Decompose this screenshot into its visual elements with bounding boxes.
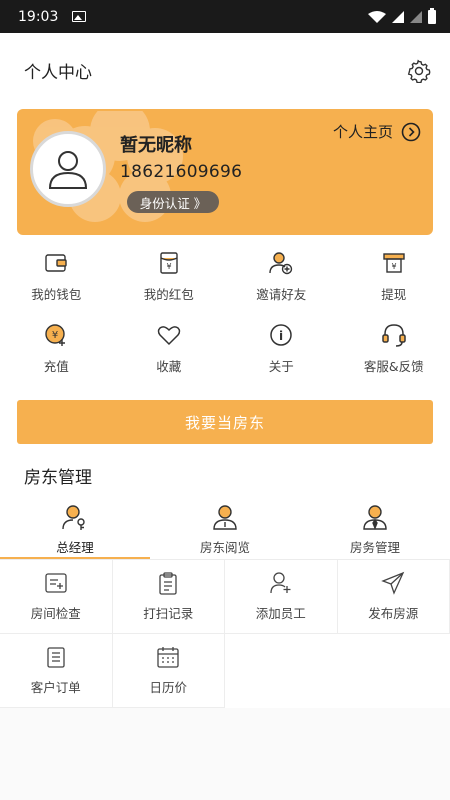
quick-item-label: 收藏 — [156, 359, 182, 374]
send-icon — [381, 571, 405, 595]
quick-item-label: 客服&反馈 — [363, 359, 424, 374]
tab-housekeeping[interactable]: 房务管理 — [300, 503, 450, 559]
tab-label: 房东阅览 — [199, 540, 250, 555]
invite-friend-icon — [269, 252, 293, 275]
landlord-view-icon — [213, 505, 237, 530]
func-cleaning-record[interactable]: 打扫记录 — [112, 560, 225, 634]
tab-landlord-view[interactable]: 房东阅览 — [150, 503, 300, 559]
quick-item-label: 邀请好友 — [256, 287, 307, 302]
signal-2-icon — [410, 10, 422, 23]
func-add-staff[interactable]: 添加员工 — [225, 560, 338, 634]
become-landlord-button[interactable]: 我要当房东 — [17, 400, 433, 444]
section-title: 房东管理 — [24, 468, 92, 488]
role-tabs: 总经理 房东阅览 房务管理 — [0, 503, 450, 559]
status-time: 19:03 — [18, 8, 59, 25]
func-publish-listing[interactable]: 发布房源 — [337, 560, 450, 634]
tab-manager[interactable]: 总经理 — [0, 503, 150, 559]
homepage-link[interactable]: 个人主页 — [333, 121, 421, 142]
calendar-icon — [157, 647, 179, 668]
chevron-right-circle-icon — [401, 122, 421, 141]
tab-label: 房务管理 — [349, 540, 400, 555]
quick-item-withdraw[interactable]: ¥ 提现 — [338, 250, 450, 306]
wallet-icon — [45, 254, 67, 272]
quick-actions-grid: 我的钱包 ¥ 我的红包 邀请好友 ¥ 提现 ¥ 充值 收藏 i 关于 客服&反馈 — [0, 250, 450, 378]
quick-item-label: 充值 — [43, 359, 69, 374]
profile-card: 暂无昵称 18621609696 身份认证 》 个人主页 — [17, 109, 433, 235]
quick-item-wallet[interactable]: 我的钱包 — [0, 250, 113, 306]
quick-item-label: 我的红包 — [143, 287, 194, 302]
red-envelope-icon: ¥ — [160, 252, 178, 274]
bottom-area — [0, 708, 450, 800]
status-bar: 19:03 — [0, 0, 450, 33]
func-label: 发布房源 — [368, 606, 419, 621]
order-icon — [47, 647, 65, 668]
func-label: 客户订单 — [30, 680, 81, 695]
quick-item-favorites[interactable]: 收藏 — [113, 322, 226, 378]
function-grid: 房间检查 打扫记录 添加员工 发布房源 客户订单 日历价 — [0, 560, 450, 708]
empty-cell — [338, 634, 450, 708]
quick-item-recharge[interactable]: ¥ 充值 — [0, 322, 113, 378]
gear-icon — [407, 59, 431, 83]
settings-button[interactable] — [404, 56, 434, 86]
func-calendar-price[interactable]: 日历价 — [112, 634, 225, 708]
clipboard-icon — [159, 572, 177, 595]
tab-label: 总经理 — [56, 540, 94, 555]
heart-icon — [157, 326, 180, 346]
housekeeping-icon — [363, 505, 387, 530]
func-label: 打扫记录 — [143, 606, 194, 621]
recharge-icon: ¥ — [45, 324, 66, 346]
quick-item-label: 关于 — [268, 359, 294, 374]
wifi-icon — [368, 10, 386, 23]
signal-icon — [392, 10, 404, 23]
user-avatar-icon — [48, 151, 88, 189]
avatar[interactable] — [30, 131, 106, 207]
nickname: 暂无昵称 — [120, 135, 192, 156]
room-check-icon — [45, 573, 67, 593]
svg-text:¥: ¥ — [52, 330, 58, 341]
homepage-label: 个人主页 — [332, 123, 393, 141]
id-verify-button[interactable]: 身份认证 》 — [127, 191, 219, 213]
info-icon: i — [270, 324, 292, 346]
svg-text:¥: ¥ — [391, 262, 396, 271]
quick-item-label: 提现 — [381, 287, 407, 302]
quick-item-about[interactable]: i 关于 — [225, 322, 338, 378]
quick-item-invite[interactable]: 邀请好友 — [225, 250, 338, 306]
quick-item-red-envelope[interactable]: ¥ 我的红包 — [113, 250, 226, 306]
func-room-check[interactable]: 房间检查 — [0, 560, 113, 634]
svg-text:¥: ¥ — [166, 262, 171, 271]
add-staff-icon — [270, 572, 291, 594]
quick-item-support[interactable]: 客服&反馈 — [338, 322, 450, 378]
page-title: 个人中心 — [24, 63, 92, 83]
image-notification-icon — [72, 11, 87, 22]
func-label: 添加员工 — [255, 606, 306, 621]
phone-number: 18621609696 — [120, 162, 243, 182]
headset-icon — [382, 324, 406, 347]
empty-cell — [225, 634, 338, 708]
withdraw-icon: ¥ — [383, 253, 405, 273]
battery-icon — [428, 7, 436, 24]
func-label: 房间检查 — [30, 606, 81, 621]
quick-item-label: 我的钱包 — [31, 287, 82, 302]
func-customer-orders[interactable]: 客户订单 — [0, 634, 113, 708]
func-label: 日历价 — [149, 680, 187, 695]
manager-icon — [62, 505, 85, 530]
header: 个人中心 — [0, 33, 450, 108]
svg-text:i: i — [279, 329, 283, 343]
